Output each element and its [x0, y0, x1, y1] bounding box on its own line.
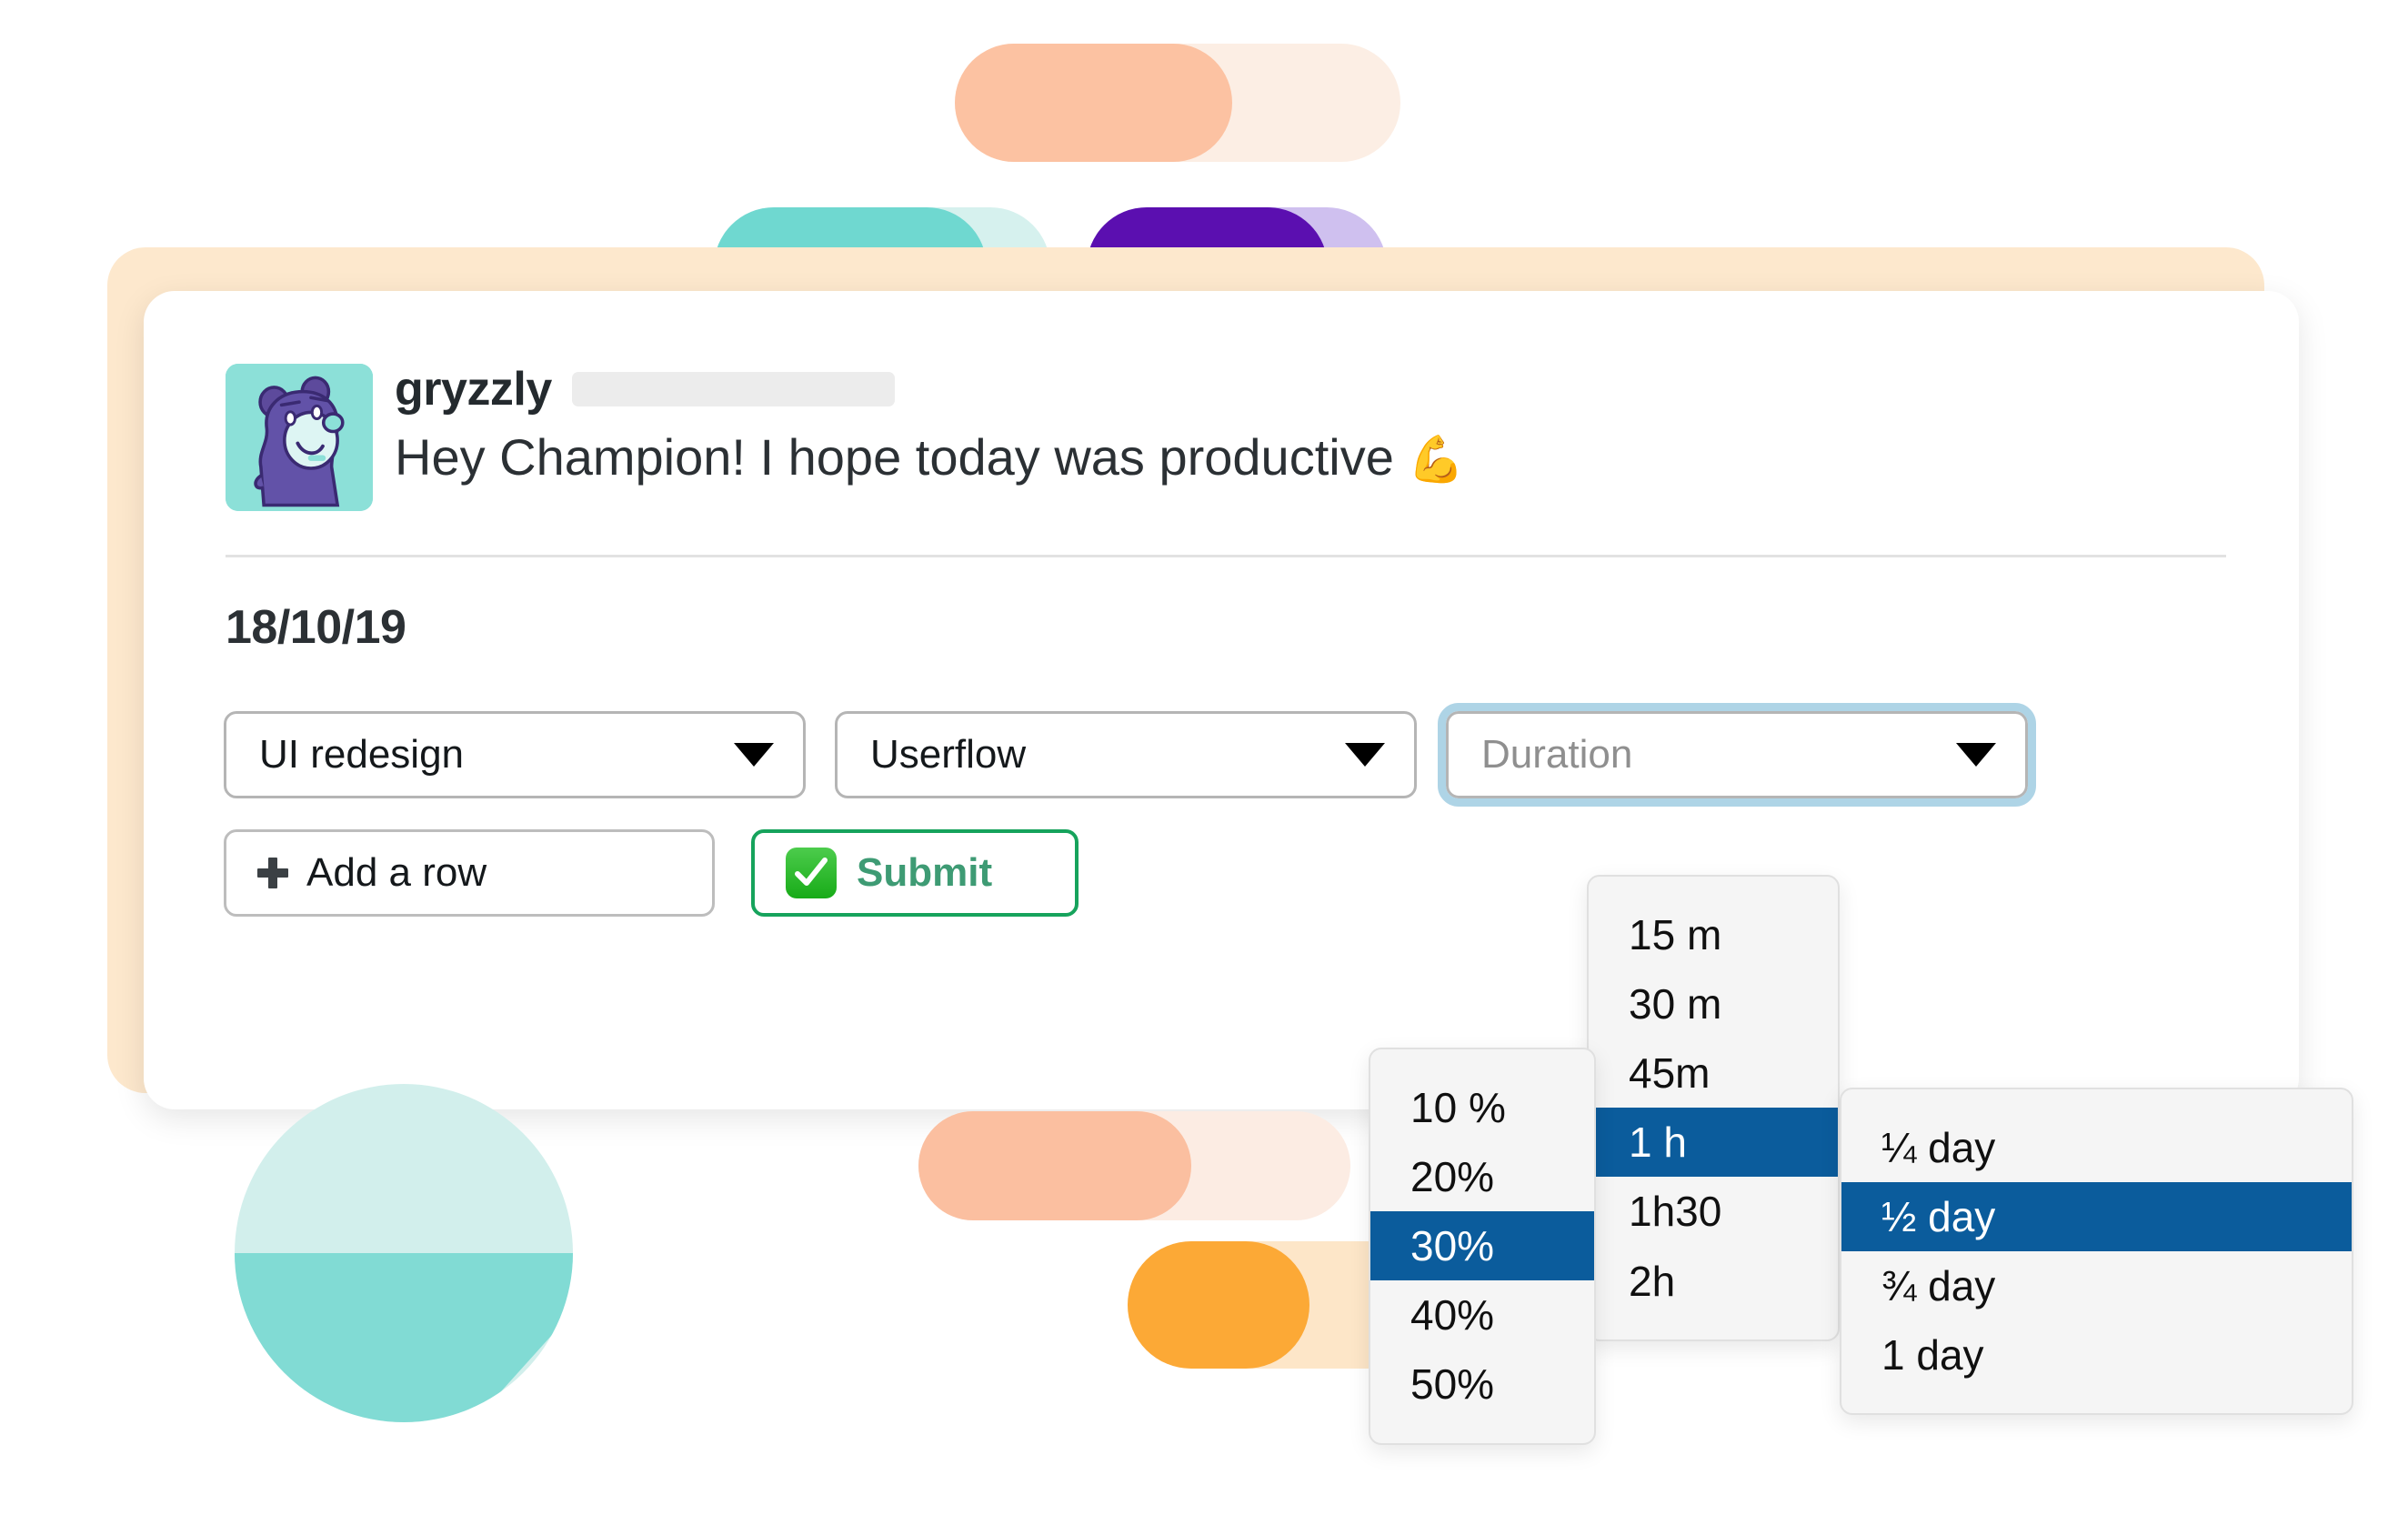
- plus-icon: [257, 858, 288, 888]
- menu-item[interactable]: 1 day: [1841, 1320, 2352, 1390]
- menu-item[interactable]: 15 m: [1589, 900, 1838, 969]
- chevron-down-icon[interactable]: [734, 743, 774, 767]
- menu-item[interactable]: 30%: [1370, 1211, 1594, 1281]
- select-task-value: Userflow: [870, 732, 1027, 777]
- select-row: UI redesign Userflow Duration: [224, 703, 2036, 807]
- greeting-label: Hey Champion! I hope today was productiv…: [395, 428, 1394, 486]
- percent-menu[interactable]: 10 % 20% 30% 40% 50%: [1369, 1048, 1596, 1445]
- time-menu[interactable]: 15 m 30 m 45m 1 h 1h30 2h: [1587, 875, 1840, 1341]
- name-row: gryzzly: [395, 366, 1465, 413]
- menu-item[interactable]: 20%: [1370, 1142, 1594, 1211]
- decor-pill-peach-solid: [955, 44, 1232, 162]
- add-row-button[interactable]: Add a row: [224, 829, 715, 917]
- menu-item[interactable]: ¾ day: [1841, 1251, 2352, 1320]
- message-card: gryzzly Hey Champion! I hope today was p…: [144, 291, 2299, 1109]
- menu-item[interactable]: 10 %: [1370, 1073, 1594, 1142]
- select-project-value: UI redesign: [259, 732, 465, 777]
- username: gryzzly: [395, 363, 552, 416]
- select-duration[interactable]: Duration: [1438, 703, 2036, 807]
- menu-item[interactable]: 30 m: [1589, 969, 1838, 1038]
- submit-button[interactable]: Submit: [751, 829, 1079, 917]
- username-badge-placeholder: [571, 372, 895, 406]
- decor-pill-salmon-solid: [918, 1111, 1191, 1220]
- bear-avatar-icon: [226, 364, 373, 511]
- menu-item[interactable]: 1 h: [1589, 1108, 1838, 1178]
- menu-item[interactable]: 40%: [1370, 1280, 1594, 1349]
- menu-item[interactable]: ¼ day: [1841, 1113, 2352, 1182]
- message-header: gryzzly Hey Champion! I hope today was p…: [226, 364, 1465, 511]
- menu-item[interactable]: 45m: [1589, 1038, 1838, 1108]
- menu-item[interactable]: 2h: [1589, 1247, 1838, 1316]
- greeting-text: Hey Champion! I hope today was productiv…: [395, 428, 1465, 487]
- decor-circle-teal: [235, 1084, 573, 1422]
- flexed-biceps-icon: 💪: [1408, 434, 1465, 485]
- decor-circle-wedge: [235, 1253, 573, 1422]
- menu-item[interactable]: 1h30: [1589, 1177, 1838, 1246]
- white-check-mark-icon: [786, 848, 837, 898]
- add-row-label: Add a row: [306, 850, 487, 895]
- entry-date: 18/10/19: [226, 601, 406, 654]
- select-project[interactable]: UI redesign: [224, 711, 806, 798]
- select-task[interactable]: Userflow: [835, 711, 1417, 798]
- menu-item[interactable]: ½ day: [1841, 1182, 2352, 1252]
- submit-label: Submit: [857, 850, 993, 895]
- screenshot-root: gryzzly Hey Champion! I hope today was p…: [0, 0, 2408, 1535]
- day-menu[interactable]: ¼ day ½ day ¾ day 1 day: [1840, 1088, 2353, 1416]
- divider: [226, 555, 2226, 557]
- decor-pill-orange-solid: [1128, 1241, 1309, 1369]
- message-body: gryzzly Hey Champion! I hope today was p…: [395, 364, 1465, 487]
- button-row: Add a row Submit: [224, 829, 1079, 917]
- menu-item[interactable]: 50%: [1370, 1349, 1594, 1419]
- chevron-down-icon[interactable]: [1956, 743, 1996, 767]
- chevron-down-icon[interactable]: [1345, 743, 1385, 767]
- select-duration-value: Duration: [1481, 732, 1633, 777]
